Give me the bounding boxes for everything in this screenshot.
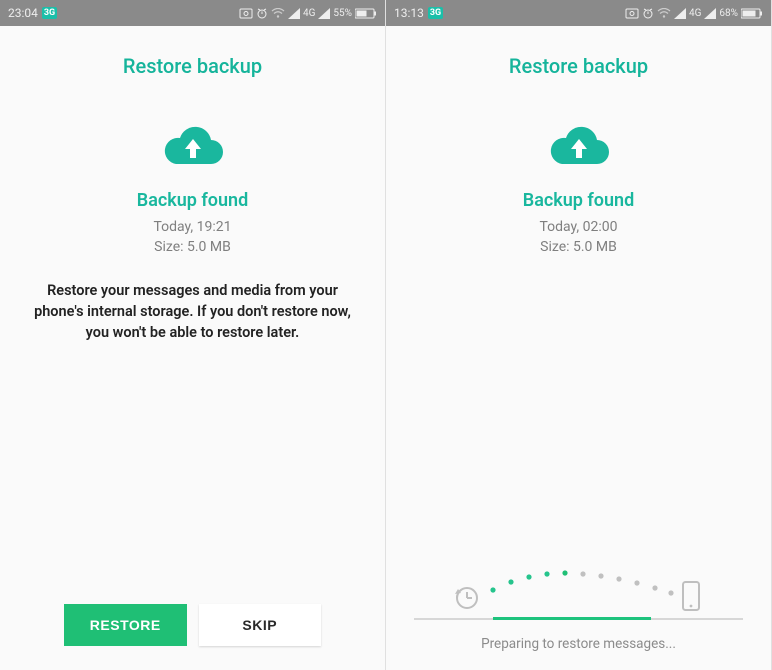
backup-meta: Today, 19:21 Size: 5.0 MB xyxy=(0,217,385,258)
signal-icon-2 xyxy=(704,8,716,19)
wifi-icon xyxy=(657,8,671,19)
battery-icon xyxy=(741,8,763,19)
battery-percent: 68% xyxy=(719,8,738,19)
page-title: Restore backup xyxy=(386,54,771,78)
restore-description: Restore your messages and media from you… xyxy=(22,280,363,343)
progress-label: Preparing to restore messages... xyxy=(481,636,676,652)
signal-icon xyxy=(288,8,300,19)
phone-right: 13:13 3G 4G 68% Restore xyxy=(386,0,772,670)
backup-time: Today, 02:00 xyxy=(386,217,771,237)
status-time: 13:13 xyxy=(394,6,424,20)
signal-badge: 3G xyxy=(42,7,57,19)
backup-size: Size: 5.0 MB xyxy=(386,237,771,257)
status-bar: 13:13 3G 4G 68% xyxy=(386,0,771,26)
battery-icon xyxy=(355,8,377,19)
button-row: RESTORE SKIP xyxy=(0,604,385,670)
restore-button[interactable]: RESTORE xyxy=(64,604,187,646)
skip-button[interactable]: SKIP xyxy=(199,604,322,646)
alarm-icon xyxy=(642,7,654,19)
network-label: 4G xyxy=(303,8,315,19)
status-time: 23:04 xyxy=(8,6,38,20)
alarm-icon xyxy=(256,7,268,19)
wifi-icon xyxy=(271,8,285,19)
signal-icon xyxy=(674,8,686,19)
camera-icon xyxy=(239,7,253,19)
battery-percent: 55% xyxy=(333,8,352,19)
backup-found-heading: Backup found xyxy=(386,190,771,211)
cloud-upload-icon xyxy=(0,124,385,176)
phone-left: 23:04 3G 4G 55% Restore xyxy=(0,0,386,670)
backup-meta: Today, 02:00 Size: 5.0 MB xyxy=(386,217,771,258)
backup-size: Size: 5.0 MB xyxy=(0,237,385,257)
progress-bar-fill xyxy=(493,617,651,620)
backup-found-heading: Backup found xyxy=(0,190,385,211)
network-label: 4G xyxy=(689,8,701,19)
signal-icon-2 xyxy=(318,8,330,19)
cloud-upload-icon xyxy=(386,124,771,176)
progress-area: Preparing to restore messages... xyxy=(386,530,771,670)
camera-icon xyxy=(625,7,639,19)
transfer-arc-icon xyxy=(449,564,709,616)
backup-time: Today, 19:21 xyxy=(0,217,385,237)
progress-bar xyxy=(414,618,743,620)
status-bar: 23:04 3G 4G 55% xyxy=(0,0,385,26)
signal-badge: 3G xyxy=(428,7,443,19)
page-title: Restore backup xyxy=(0,54,385,78)
